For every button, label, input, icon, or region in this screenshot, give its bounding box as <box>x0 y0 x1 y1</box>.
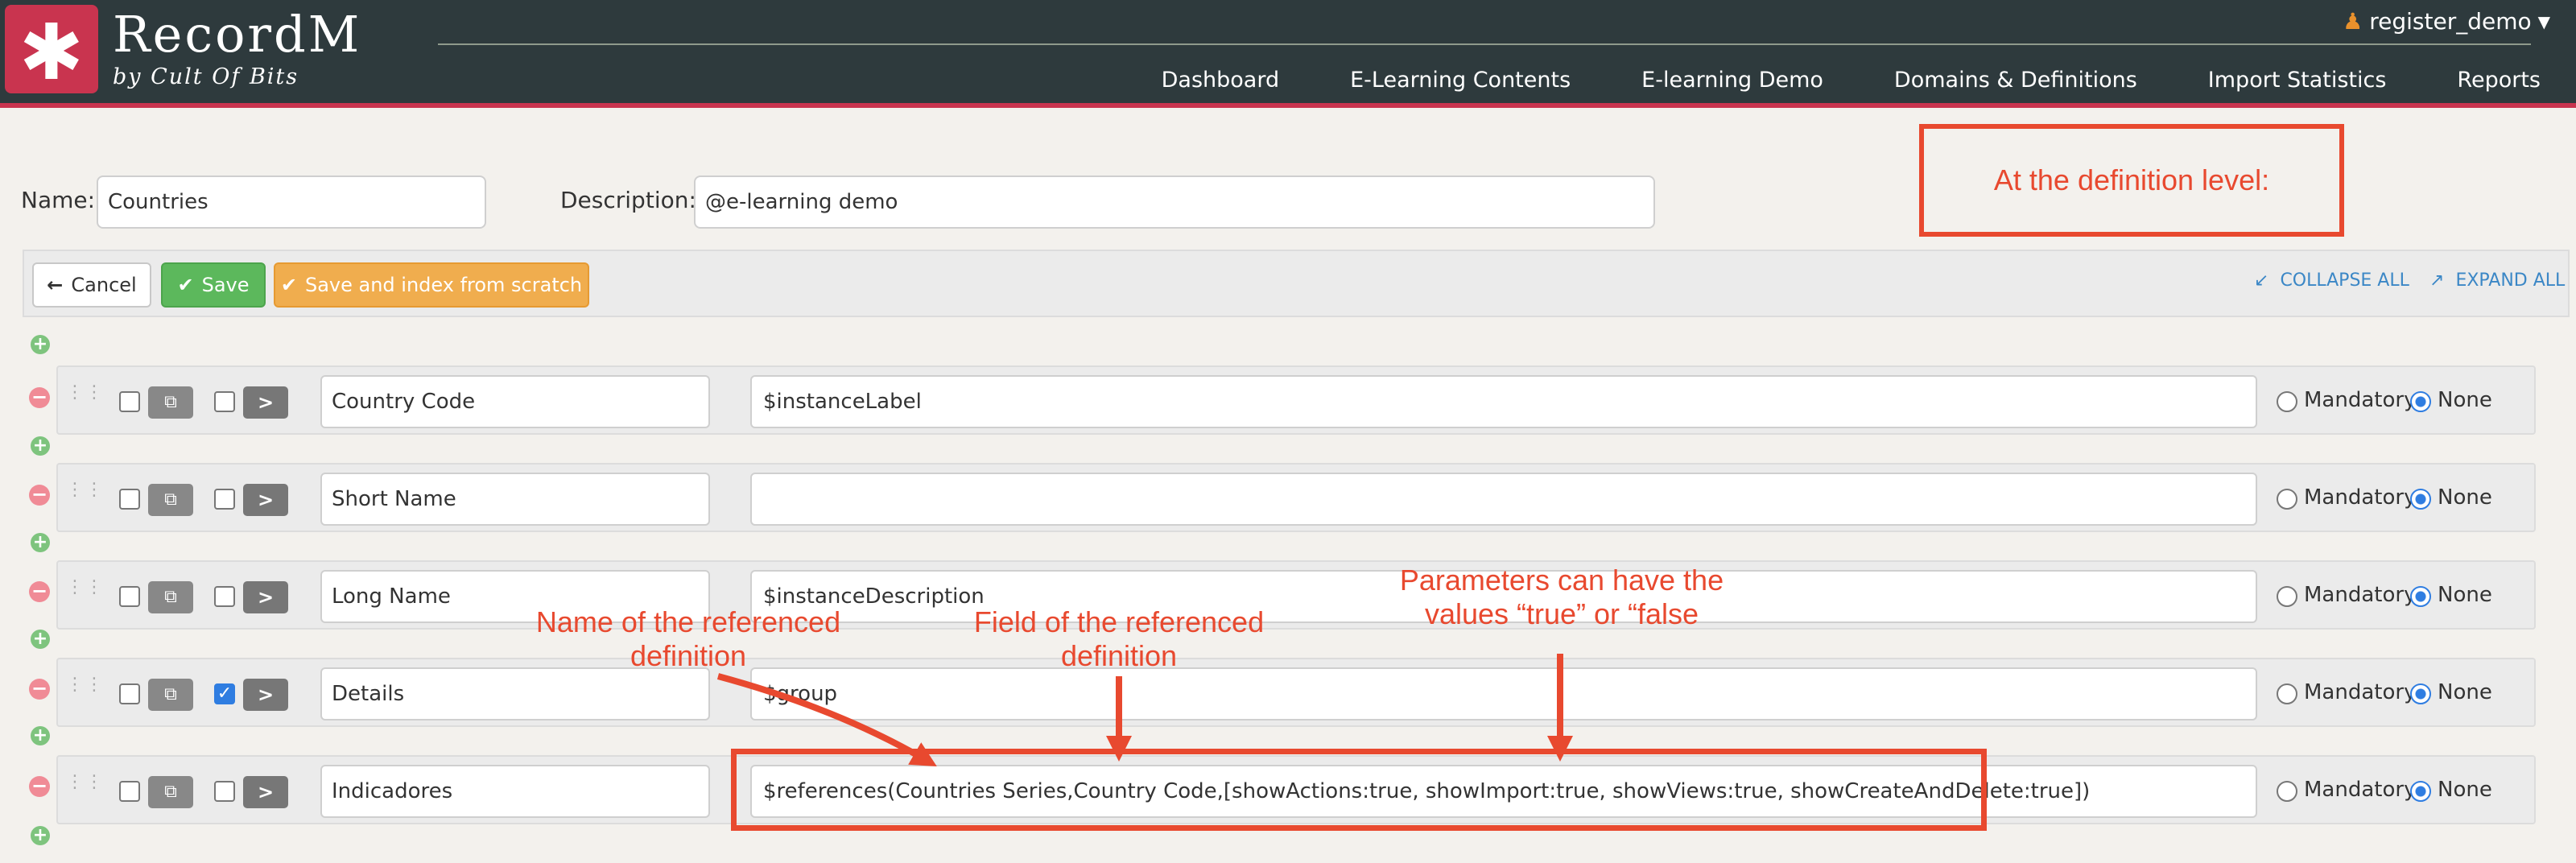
annotation-arrows <box>716 654 1573 767</box>
arrow-to-referenced-name <box>716 673 937 767</box>
